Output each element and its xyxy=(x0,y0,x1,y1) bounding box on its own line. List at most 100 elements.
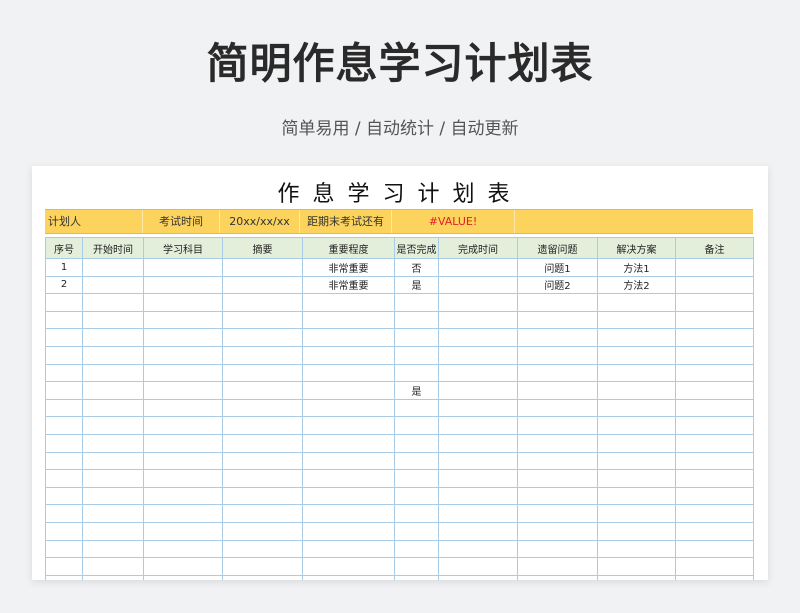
cell-index[interactable] xyxy=(45,521,83,541)
cell-completed[interactable] xyxy=(394,469,439,488)
cell-summary[interactable] xyxy=(222,398,303,418)
cell-remaining-issue[interactable]: 问题2 xyxy=(517,275,598,295)
cell-completed[interactable] xyxy=(394,310,439,330)
cell-subject[interactable] xyxy=(143,574,223,580)
cell-completion-time[interactable] xyxy=(438,451,518,471)
cell-solution[interactable] xyxy=(597,486,676,506)
cell-index[interactable] xyxy=(45,381,83,400)
cell-index[interactable] xyxy=(45,416,83,435)
cell-solution[interactable]: 方法1 xyxy=(597,258,676,277)
cell-start-time[interactable] xyxy=(82,258,144,277)
cell-solution[interactable] xyxy=(597,310,676,330)
cell-note[interactable] xyxy=(675,398,754,418)
cell-start-time[interactable] xyxy=(82,398,144,418)
cell-note[interactable] xyxy=(675,557,754,576)
cell-completion-time[interactable] xyxy=(438,416,518,435)
cell-completion-time[interactable] xyxy=(438,258,518,277)
cell-index[interactable] xyxy=(45,328,83,347)
cell-start-time[interactable] xyxy=(82,574,144,580)
cell-note[interactable] xyxy=(675,486,754,506)
cell-remaining-issue[interactable] xyxy=(517,381,598,400)
cell-completion-time[interactable] xyxy=(438,398,518,418)
cell-remaining-issue[interactable] xyxy=(517,433,598,453)
cell-summary[interactable] xyxy=(222,451,303,471)
cell-start-time[interactable] xyxy=(82,328,144,347)
cell-importance[interactable] xyxy=(302,381,395,400)
remaining-value[interactable]: #VALUE! xyxy=(392,210,515,233)
cell-start-time[interactable] xyxy=(82,363,144,383)
cell-subject[interactable] xyxy=(143,539,223,559)
cell-note[interactable] xyxy=(675,504,754,523)
cell-note[interactable] xyxy=(675,345,754,365)
cell-index[interactable] xyxy=(45,539,83,559)
cell-remaining-issue[interactable] xyxy=(517,469,598,488)
cell-completed[interactable] xyxy=(394,416,439,435)
cell-index[interactable] xyxy=(45,451,83,471)
cell-remaining-issue[interactable] xyxy=(517,521,598,541)
cell-completed[interactable] xyxy=(394,345,439,365)
cell-completion-time[interactable] xyxy=(438,275,518,295)
cell-subject[interactable] xyxy=(143,451,223,471)
cell-remaining-issue[interactable]: 问题1 xyxy=(517,258,598,277)
cell-importance[interactable] xyxy=(302,363,395,383)
cell-subject[interactable] xyxy=(143,310,223,330)
cell-summary[interactable] xyxy=(222,539,303,559)
cell-summary[interactable] xyxy=(222,328,303,347)
cell-summary[interactable] xyxy=(222,486,303,506)
cell-solution[interactable] xyxy=(597,345,676,365)
cell-solution[interactable] xyxy=(597,539,676,559)
cell-index[interactable] xyxy=(45,504,83,523)
cell-summary[interactable] xyxy=(222,469,303,488)
cell-completion-time[interactable] xyxy=(438,469,518,488)
cell-note[interactable] xyxy=(675,381,754,400)
cell-completed[interactable] xyxy=(394,328,439,347)
cell-start-time[interactable] xyxy=(82,345,144,365)
cell-subject[interactable] xyxy=(143,416,223,435)
cell-subject[interactable] xyxy=(143,275,223,295)
cell-completion-time[interactable] xyxy=(438,293,518,312)
cell-summary[interactable] xyxy=(222,504,303,523)
cell-importance[interactable] xyxy=(302,293,395,312)
cell-importance[interactable] xyxy=(302,310,395,330)
cell-remaining-issue[interactable] xyxy=(517,293,598,312)
cell-completed[interactable] xyxy=(394,363,439,383)
cell-remaining-issue[interactable] xyxy=(517,328,598,347)
cell-note[interactable] xyxy=(675,451,754,471)
exam-time-value[interactable]: 20xx/xx/xx xyxy=(220,210,300,233)
cell-start-time[interactable] xyxy=(82,433,144,453)
cell-completion-time[interactable] xyxy=(438,328,518,347)
cell-summary[interactable] xyxy=(222,574,303,580)
cell-solution[interactable] xyxy=(597,328,676,347)
cell-start-time[interactable] xyxy=(82,310,144,330)
cell-summary[interactable] xyxy=(222,310,303,330)
cell-index[interactable] xyxy=(45,398,83,418)
cell-summary[interactable] xyxy=(222,293,303,312)
cell-remaining-issue[interactable] xyxy=(517,486,598,506)
cell-solution[interactable] xyxy=(597,293,676,312)
info-empty-cell[interactable] xyxy=(515,210,753,233)
cell-subject[interactable] xyxy=(143,504,223,523)
cell-completed[interactable]: 是 xyxy=(394,381,439,400)
cell-completion-time[interactable] xyxy=(438,345,518,365)
cell-index[interactable] xyxy=(45,557,83,576)
cell-summary[interactable] xyxy=(222,416,303,435)
cell-subject[interactable] xyxy=(143,398,223,418)
cell-summary[interactable] xyxy=(222,345,303,365)
cell-completed[interactable] xyxy=(394,433,439,453)
cell-completion-time[interactable] xyxy=(438,521,518,541)
cell-solution[interactable] xyxy=(597,363,676,383)
cell-solution[interactable] xyxy=(597,416,676,435)
cell-completion-time[interactable] xyxy=(438,574,518,580)
cell-remaining-issue[interactable] xyxy=(517,416,598,435)
cell-importance[interactable] xyxy=(302,398,395,418)
cell-summary[interactable] xyxy=(222,363,303,383)
cell-importance[interactable]: 非常重要 xyxy=(302,258,395,277)
cell-completion-time[interactable] xyxy=(438,310,518,330)
cell-subject[interactable] xyxy=(143,469,223,488)
cell-start-time[interactable] xyxy=(82,293,144,312)
cell-completion-time[interactable] xyxy=(438,363,518,383)
cell-importance[interactable] xyxy=(302,469,395,488)
cell-index[interactable] xyxy=(45,469,83,488)
cell-completed[interactable] xyxy=(394,486,439,506)
cell-completion-time[interactable] xyxy=(438,557,518,576)
